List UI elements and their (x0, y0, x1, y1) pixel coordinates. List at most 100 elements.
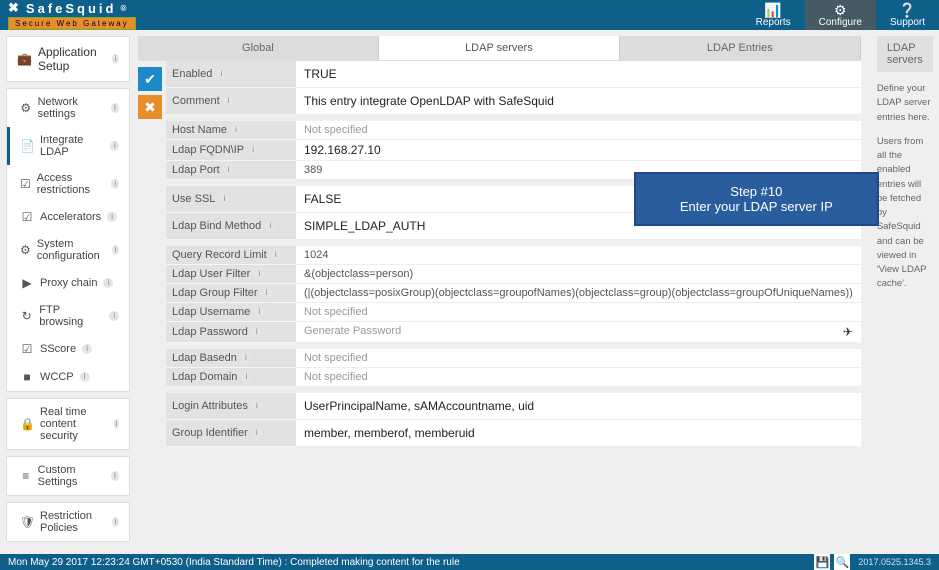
search-icon[interactable]: 🔍 (834, 554, 850, 570)
wrench-icon: ✖ (8, 0, 22, 16)
nav-icon: 🛡 (20, 515, 34, 529)
footer-version: 2017.0525.1345.3 (858, 557, 931, 567)
footer-icons: 💾 🔍 (814, 554, 850, 570)
field-label: Ldap Domain i (166, 368, 296, 387)
form-row: Ldap Domain iNot specified (166, 368, 861, 387)
field-value[interactable]: This entry integrate OpenLDAP with SafeS… (296, 88, 861, 115)
info-icon: i (109, 311, 118, 321)
info-icon: i (111, 103, 119, 113)
sidebar-item-network-settings[interactable]: ⚙Network settings i (7, 89, 129, 127)
field-value[interactable]: (|(objectclass=posixGroup)(objectclass=g… (296, 284, 861, 303)
info-icon: i (216, 69, 226, 79)
nav-icon: ☑ (20, 210, 34, 224)
sidebar-item-ftp-browsing[interactable]: ↻FTP browsing i (7, 297, 129, 335)
field-value[interactable]: TRUE (296, 61, 861, 88)
nav-icon: ⚙ (20, 243, 31, 257)
form-body: Enabled iTRUEComment iThis entry integra… (166, 61, 861, 447)
nav-icon: 📄 (20, 139, 34, 153)
brand-name: SafeSquid (26, 1, 117, 16)
right-text-2: Users from all the enabled entries will … (877, 135, 933, 292)
field-label: Ldap Password i (166, 322, 296, 343)
field-value[interactable]: &(objectclass=person) (296, 265, 861, 284)
info-icon: i (224, 96, 234, 106)
app-setup-label: Application Setup (38, 45, 106, 73)
brand-subtitle: Secure Web Gateway (8, 17, 136, 30)
registered-icon: ® (120, 4, 129, 13)
sidebar-item-accelerators[interactable]: ☑Accelerators i (7, 203, 129, 231)
cancel-button[interactable]: ✖ (138, 95, 162, 119)
nav-icon: ▶ (20, 276, 34, 290)
sidebar-app-setup[interactable]: 💼 Application Setup i (6, 36, 130, 82)
info-icon: i (265, 221, 275, 231)
form-row: Group Identifier imember, memberof, memb… (166, 420, 861, 447)
gear-icon: ⚙ (834, 3, 847, 17)
form-row: Login Attributes iUserPrincipalName, sAM… (166, 393, 861, 420)
info-icon: i (271, 250, 281, 260)
header-configure-button[interactable]: ⚙Configure (805, 0, 876, 30)
sidebar-item-sscore[interactable]: ☑SScore i (7, 335, 129, 363)
info-icon: i (110, 141, 119, 151)
info-icon: i (241, 353, 251, 363)
info-icon: i (111, 179, 119, 189)
field-label: Ldap Group Filter i (166, 284, 296, 303)
info-icon: i (248, 145, 258, 155)
nav-icon: ☑ (20, 342, 34, 356)
save-icon[interactable]: 💾 (814, 554, 830, 570)
form-row: Ldap Username iNot specified (166, 303, 861, 322)
tab-ldap-entries[interactable]: LDAP Entries (620, 36, 861, 60)
field-value[interactable]: Generate Password✈ (296, 322, 861, 343)
callout-title: Step #10 (644, 184, 869, 199)
field-label: Ldap Username i (166, 303, 296, 322)
sidebar-item-proxy-chain[interactable]: ▶Proxy chain i (7, 269, 129, 297)
nav-label: Restriction Policies (40, 510, 106, 534)
center-panel: GlobalLDAP serversLDAP Entries ✔ ✖ Enabl… (136, 30, 869, 554)
field-value[interactable]: 1024 (296, 246, 861, 265)
header-reports-button[interactable]: 📊Reports (742, 0, 805, 30)
info-icon: i (252, 401, 262, 411)
help-icon: ❔ (899, 3, 916, 17)
brand: ✖ SafeSquid® Secure Web Gateway (0, 0, 136, 30)
header-support-button[interactable]: ❔Support (876, 0, 939, 30)
field-label: Ldap User Filter i (166, 265, 296, 284)
field-value[interactable]: UserPrincipalName, sAMAccountname, uid (296, 393, 861, 420)
sidebar-item-restriction-policies[interactable]: 🛡Restriction Policies i (7, 503, 129, 541)
field-value[interactable]: Not specified (296, 303, 861, 322)
info-icon: i (254, 307, 264, 317)
sidebar-item-wccp[interactable]: ■WCCP i (7, 363, 129, 391)
sidebar-item-real-time-content-security[interactable]: 🔒Real time content security i (7, 399, 129, 449)
sidebar-item-custom-settings[interactable]: ≡Custom Settings i (7, 457, 129, 495)
send-icon[interactable]: ✈ (843, 325, 853, 339)
briefcase-icon: 💼 (17, 52, 32, 66)
nav-icon: ☑ (20, 177, 31, 191)
info-icon: i (80, 372, 90, 382)
field-value[interactable]: member, memberof, memberuid (296, 420, 861, 447)
right-panel: LDAP servers Define your LDAP server ent… (869, 30, 939, 554)
nav-label: FTP browsing (39, 304, 103, 328)
form-row: Ldap User Filter i&(objectclass=person) (166, 265, 861, 284)
sidebar-item-access-restrictions[interactable]: ☑Access restrictions i (7, 165, 129, 203)
field-value[interactable]: Not specified (296, 368, 861, 387)
info-icon: i (224, 165, 234, 175)
save-button[interactable]: ✔ (138, 67, 162, 91)
info-icon: i (241, 372, 251, 382)
field-value[interactable]: 192.168.27.10 (296, 140, 861, 161)
sidebar-item-system-configuration[interactable]: ⚙System configuration i (7, 231, 129, 269)
info-icon: i (107, 212, 117, 222)
field-value[interactable]: Not specified (296, 121, 861, 140)
header-bar: ✖ SafeSquid® Secure Web Gateway 📊Reports… (0, 0, 939, 30)
ldap-servers-button[interactable]: LDAP servers (877, 36, 933, 72)
nav-label: SScore (40, 343, 76, 355)
form-row: Ldap Password iGenerate Password✈ (166, 322, 861, 343)
info-icon: i (114, 419, 119, 429)
right-text-1: Define your LDAP server entries here. (877, 82, 933, 125)
field-label: Ldap Port i (166, 161, 296, 180)
field-label: Enabled i (166, 61, 296, 88)
nav-label: WCCP (40, 371, 74, 383)
form-row: Enabled iTRUE (166, 61, 861, 88)
field-value[interactable]: Not specified (296, 349, 861, 368)
main-area: 💼 Application Setup i ⚙Network settings … (0, 30, 939, 554)
sidebar-item-integrate-ldap[interactable]: 📄Integrate LDAP i (7, 127, 129, 165)
tab-global[interactable]: Global (138, 36, 379, 60)
info-icon: i (112, 245, 119, 255)
tab-ldap-servers[interactable]: LDAP servers (379, 36, 620, 60)
